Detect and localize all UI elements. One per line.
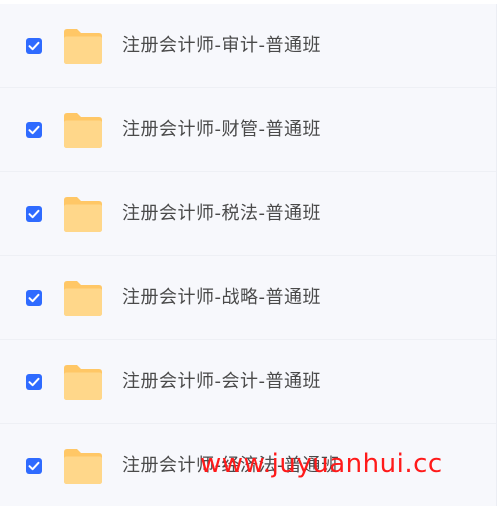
row-checkbox[interactable]	[26, 374, 42, 390]
checkmark-icon	[28, 461, 40, 471]
list-item[interactable]: 注册会计师-审计-普通班	[0, 4, 496, 88]
list-item[interactable]: 注册会计师-税法-普通班	[0, 172, 496, 256]
file-name: 注册会计师-审计-普通班	[122, 35, 321, 56]
list-item[interactable]: 注册会计师-财管-普通班	[0, 88, 496, 172]
list-item[interactable]: 注册会计师-战略-普通班	[0, 256, 496, 340]
checkmark-icon	[28, 41, 40, 51]
folder-icon	[61, 276, 105, 320]
list-item[interactable]: 注册会计师-会计-普通班	[0, 340, 496, 424]
folder-icon	[61, 360, 105, 404]
file-name: 注册会计师-战略-普通班	[122, 287, 321, 308]
folder-icon	[61, 444, 105, 488]
row-checkbox[interactable]	[26, 38, 42, 54]
file-list: 注册会计师-审计-普通班 注册会计师-财管-普通班 注册会计师-税法-普通班 注…	[0, 4, 497, 506]
row-checkbox[interactable]	[26, 122, 42, 138]
folder-icon	[61, 192, 105, 236]
row-checkbox[interactable]	[26, 290, 42, 306]
checkmark-icon	[28, 293, 40, 303]
checkmark-icon	[28, 125, 40, 135]
watermark-text: www.juyuanhui.cc	[200, 449, 443, 479]
row-checkbox[interactable]	[26, 458, 42, 474]
row-checkbox[interactable]	[26, 206, 42, 222]
file-name: 注册会计师-会计-普通班	[122, 371, 321, 392]
folder-icon	[61, 108, 105, 152]
checkmark-icon	[28, 209, 40, 219]
folder-icon	[61, 24, 105, 68]
file-name: 注册会计师-财管-普通班	[122, 119, 321, 140]
checkmark-icon	[28, 377, 40, 387]
file-name: 注册会计师-税法-普通班	[122, 203, 321, 224]
